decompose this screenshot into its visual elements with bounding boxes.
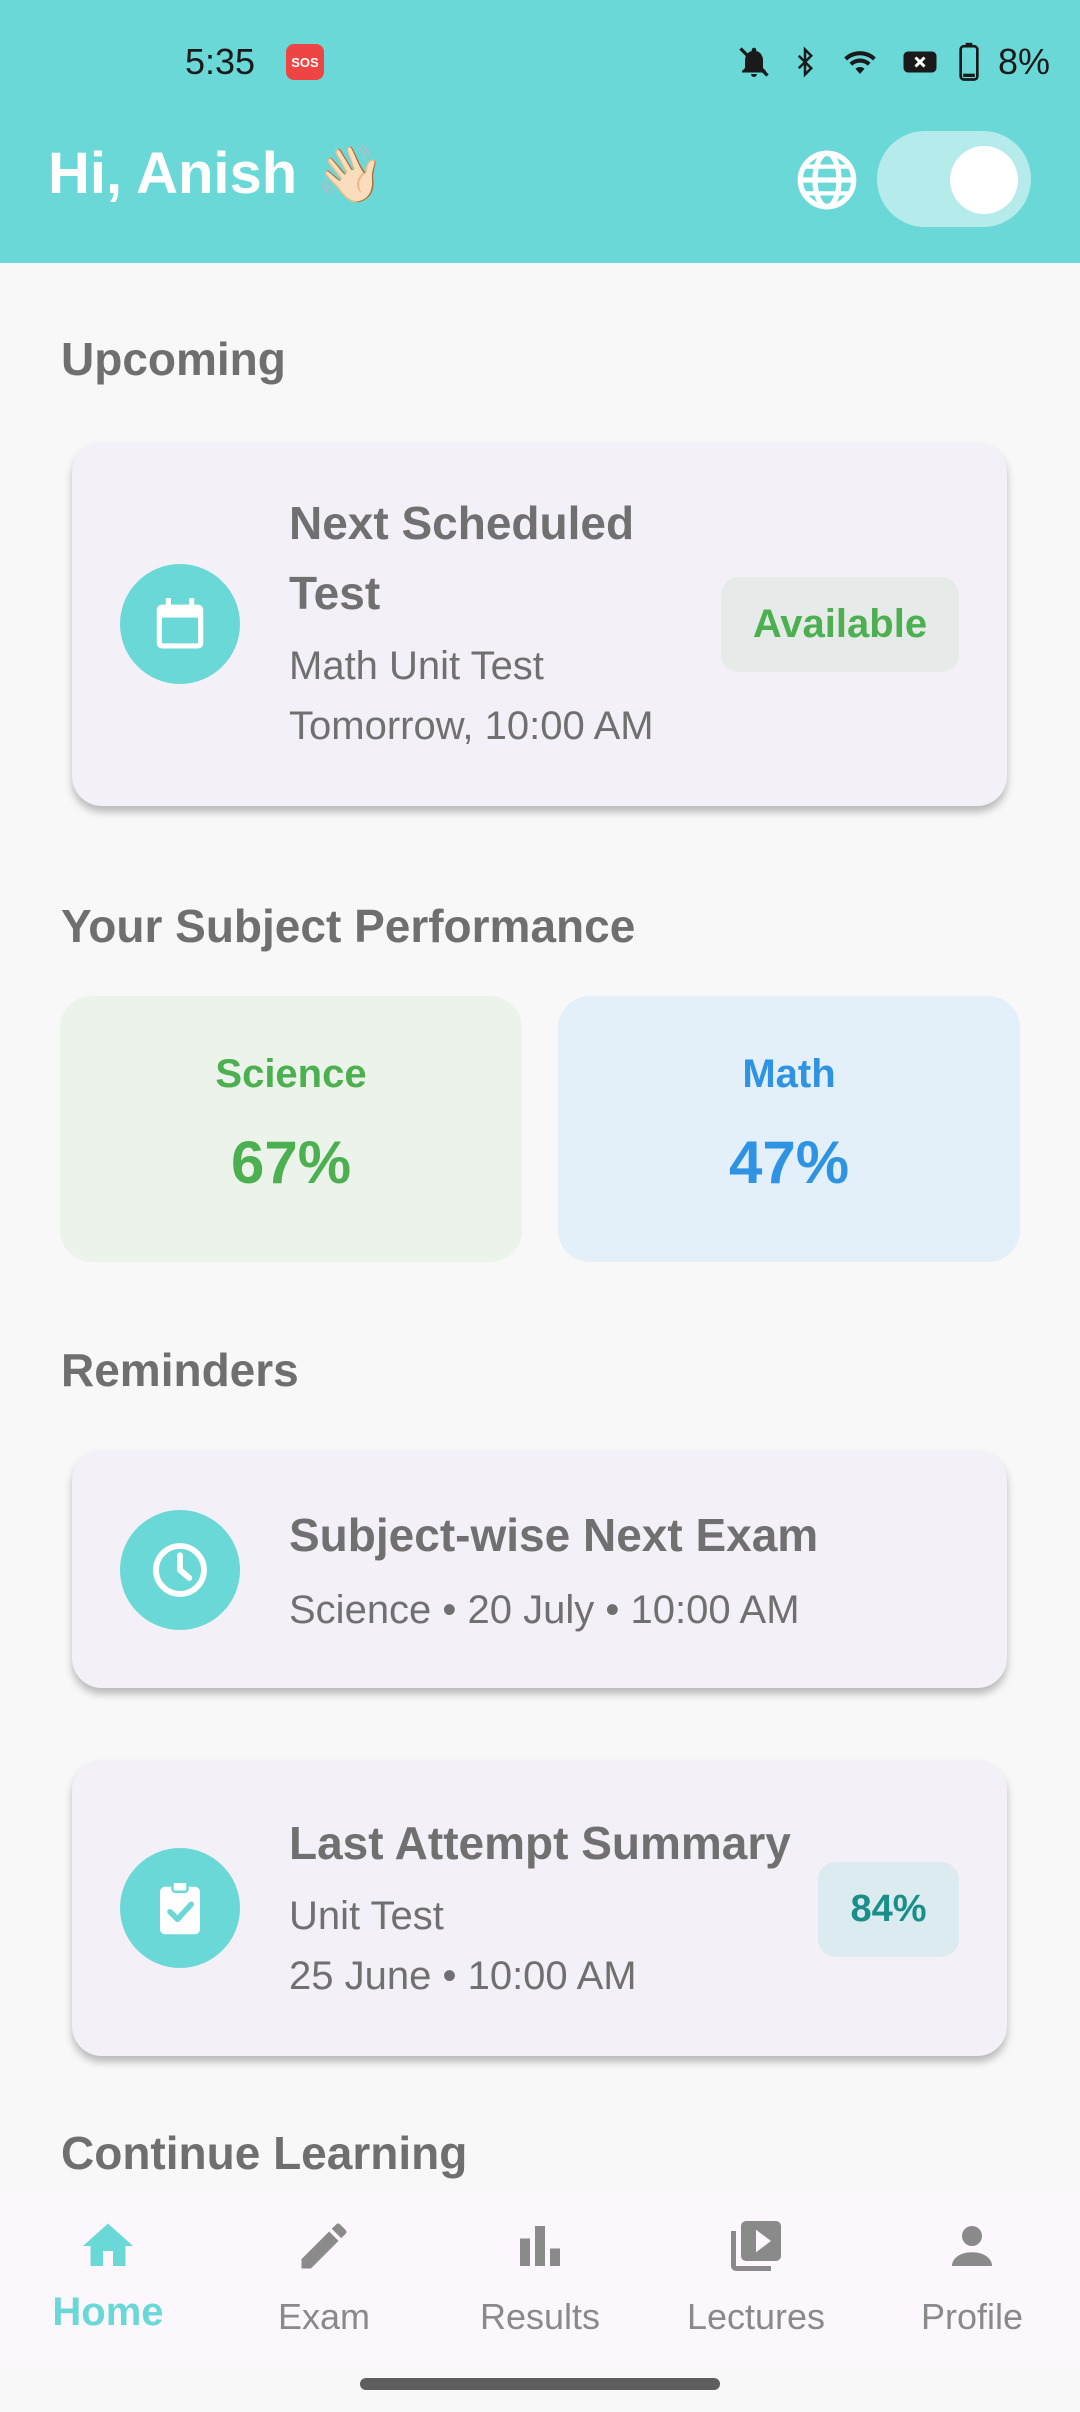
theme-toggle[interactable] — [877, 131, 1031, 227]
globe-icon[interactable] — [795, 148, 859, 212]
pencil-icon — [301, 2223, 347, 2269]
data-disabled-icon — [903, 51, 937, 73]
section-title-continue-learning: Continue Learning — [61, 2127, 468, 2179]
clipboard-check-icon — [160, 1880, 200, 1935]
next-test-card[interactable]: Next Scheduled Test Math Unit Test Tomor… — [72, 442, 1007, 806]
test-datetime: Tomorrow, 10:00 AM — [289, 704, 654, 748]
calendar-icon — [156, 598, 204, 649]
clock-circle — [120, 1510, 240, 1630]
test-subject: Math Unit Test — [289, 644, 544, 688]
nav-home[interactable]: Home — [0, 2190, 216, 2364]
clock-icon — [153, 1543, 207, 1597]
nav-lectures[interactable]: Lectures — [648, 2190, 864, 2364]
status-time: 5:35 — [185, 41, 256, 82]
battery-percent: 8% — [997, 41, 1050, 82]
bar-chart-icon — [520, 2226, 560, 2266]
person-icon — [952, 2226, 992, 2266]
nav-label: Home — [52, 2290, 164, 2334]
home-indicator[interactable] — [360, 2378, 720, 2390]
next-exam-card[interactable]: Subject-wise Next Exam Science • 20 July… — [72, 1450, 1007, 1688]
nav-label: Profile — [920, 2296, 1024, 2337]
attempt-datetime: 25 June • 10:00 AM — [289, 1954, 637, 1998]
greeting-text: Hi, Anish — [48, 141, 298, 206]
wifi-icon — [844, 51, 876, 74]
reminder-title: Subject-wise Next Exam — [289, 1509, 819, 1561]
section-title-reminders: Reminders — [61, 1344, 299, 1396]
subject-score: 67% — [230, 1129, 352, 1196]
greeting: Hi, Anish 👋🏻 — [48, 140, 385, 207]
mute-bell-icon — [739, 47, 769, 77]
card-title-line1: Next Scheduled — [289, 497, 635, 549]
sos-badge: SOS — [286, 44, 324, 80]
nav-profile[interactable]: Profile — [864, 2190, 1080, 2364]
last-attempt-card[interactable]: Last Attempt Summary Unit Test 25 June •… — [72, 1760, 1007, 2056]
bluetooth-icon — [797, 46, 813, 78]
subject-card-science[interactable]: Science 67% — [60, 996, 522, 1262]
subject-name: Math — [742, 1052, 836, 1096]
subject-card-math[interactable]: Math 47% — [558, 996, 1020, 1262]
video-library-icon — [731, 2221, 781, 2271]
score-badge: 84% — [818, 1862, 959, 1957]
clipboard-circle — [120, 1848, 240, 1968]
app-bar: 5:35 SOS 8% Hi, Anish 👋🏻 — [0, 0, 1080, 263]
section-title-performance: Your Subject Performance — [61, 900, 636, 952]
section-title-upcoming: Upcoming — [61, 333, 286, 385]
status-icons: 8% — [736, 38, 1050, 86]
toggle-knob — [950, 146, 1018, 214]
available-badge: Available — [721, 577, 959, 672]
reminder-detail: Science • 20 July • 10:00 AM — [289, 1588, 800, 1632]
bottom-nav: Home Exam Results Lectures Profile — [0, 2190, 1080, 2364]
calendar-circle — [120, 564, 240, 684]
nav-exam[interactable]: Exam — [216, 2190, 432, 2364]
nav-label: Lectures — [686, 2296, 826, 2337]
nav-results[interactable]: Results — [432, 2190, 648, 2364]
reminder-title: Last Attempt Summary — [289, 1817, 791, 1869]
subject-score: 47% — [728, 1129, 850, 1196]
subject-name: Science — [215, 1052, 367, 1096]
home-icon — [83, 2223, 133, 2266]
wave-emoji-icon: 👋🏻 — [315, 141, 385, 205]
nav-label: Results — [479, 2296, 601, 2337]
battery-icon — [959, 42, 979, 81]
card-title-line2: Test — [289, 567, 381, 619]
attempt-test-name: Unit Test — [289, 1894, 444, 1938]
nav-label: Exam — [277, 2296, 371, 2337]
